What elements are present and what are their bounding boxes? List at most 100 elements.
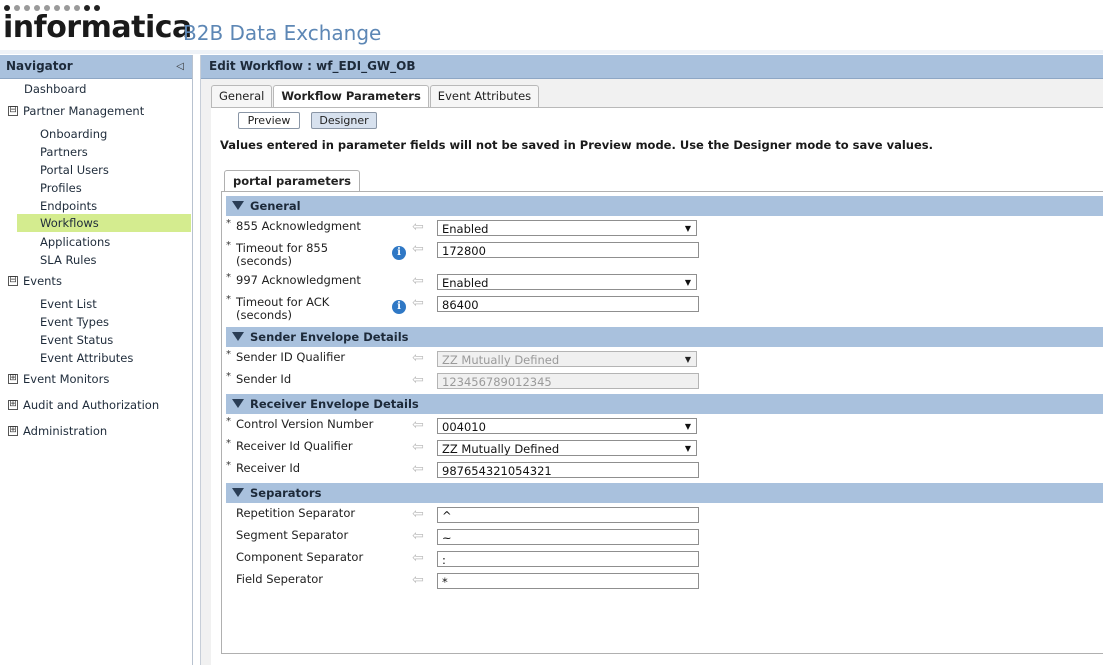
informatica-logo: informatica [3, 10, 192, 45]
nav-item-administration[interactable]: ⊞ Administration [0, 422, 199, 440]
dropdown-arrow-icon[interactable]: ▼ [685, 221, 691, 235]
timeout-855-input[interactable]: 172800 [437, 242, 699, 258]
sender-qualifier-select[interactable]: ZZ Mutually Defined ▼ [437, 351, 697, 367]
field-separator-input[interactable]: * [437, 573, 699, 589]
product-name: B2B Data Exchange [183, 21, 382, 45]
ack-997-select[interactable]: Enabled ▼ [437, 274, 697, 290]
required-marker: * [226, 371, 231, 382]
tab-event-attributes[interactable]: Event Attributes [429, 85, 540, 107]
section-sender-header[interactable]: Sender Envelope Details [226, 327, 1103, 347]
designer-button[interactable]: Designer [311, 112, 377, 129]
nav-item-dashboard[interactable]: Dashboard [0, 80, 215, 98]
revert-icon[interactable]: ⇦ [412, 462, 424, 476]
dropdown-arrow-icon[interactable]: ▼ [685, 352, 691, 366]
nav-item-events[interactable]: ⊟ Events [0, 272, 199, 290]
expand-toggle-icon[interactable]: ⊞ [8, 399, 18, 410]
section-receiver-header[interactable]: Receiver Envelope Details [226, 394, 1103, 414]
subtab-bar: portal parameters [221, 168, 1103, 192]
timeout-ack-input[interactable]: 86400 [437, 296, 699, 312]
segment-separator-input[interactable]: ~ [437, 529, 699, 545]
nav-item-sla-rules[interactable]: SLA Rules [0, 251, 231, 269]
collapse-toggle-icon[interactable]: ⊟ [8, 105, 18, 116]
required-marker: * [226, 349, 231, 360]
info-icon[interactable]: i [392, 246, 406, 260]
revert-icon[interactable]: ⇦ [412, 274, 424, 288]
revert-icon[interactable]: ⇦ [412, 373, 424, 387]
required-marker: * [226, 416, 231, 427]
revert-icon[interactable]: ⇦ [412, 220, 424, 234]
nav-item-audit-authorization[interactable]: ⊞ Audit and Authorization [0, 396, 199, 414]
nav-item-partners[interactable]: Partners [0, 143, 231, 161]
collapse-toggle-icon[interactable]: ⊟ [8, 275, 18, 286]
param-row-855-ack: * 855 Acknowledgment ⇦ Enabled ▼ [222, 218, 1103, 240]
control-version-select[interactable]: 004010 ▼ [437, 418, 697, 434]
nav-item-label: Applications [40, 235, 111, 249]
revert-icon[interactable]: ⇦ [412, 351, 424, 365]
dropdown-arrow-icon[interactable]: ▼ [685, 441, 691, 455]
navigator-title: Navigator [6, 59, 73, 73]
ack-855-select[interactable]: Enabled ▼ [437, 220, 697, 236]
app-header: informatica B2B Data Exchange [0, 0, 1103, 50]
tab-portal-parameters[interactable]: portal parameters [224, 170, 361, 192]
nav-item-label: Event List [40, 297, 97, 311]
revert-icon[interactable]: ⇦ [412, 529, 424, 543]
revert-icon[interactable]: ⇦ [412, 418, 424, 432]
nav-item-applications[interactable]: Applications [0, 233, 231, 251]
nav-item-event-attributes[interactable]: Event Attributes [0, 349, 231, 367]
expand-toggle-icon[interactable]: ⊞ [8, 425, 18, 436]
receiver-id-input[interactable]: 987654321054321 [437, 462, 699, 478]
repetition-separator-input[interactable]: ^ [437, 507, 699, 523]
required-marker: * [226, 294, 231, 305]
param-row-segment-separator: Segment Separator ⇦ ~ [222, 527, 1103, 549]
expand-toggle-icon[interactable]: ⊞ [8, 373, 18, 384]
revert-icon[interactable]: ⇦ [412, 440, 424, 454]
tab-workflow-parameters[interactable]: Workflow Parameters [273, 85, 429, 108]
nav-item-onboarding[interactable]: Onboarding [0, 125, 231, 143]
nav-item-profiles[interactable]: Profiles [0, 179, 231, 197]
param-label: Receiver Id [236, 461, 301, 475]
page-title: Edit Workflow : wf_EDI_GW_OB [201, 55, 1103, 79]
nav-item-event-monitors[interactable]: ⊞ Event Monitors [0, 370, 199, 388]
collapse-triangle-icon[interactable] [232, 332, 244, 341]
nav-item-event-types[interactable]: Event Types [0, 313, 231, 331]
section-title: General [250, 199, 301, 213]
nav-item-partner-management[interactable]: ⊟ Partner Management [0, 102, 199, 120]
info-icon[interactable]: i [392, 300, 406, 314]
sender-id-input[interactable]: 123456789012345 [437, 373, 699, 389]
revert-icon[interactable]: ⇦ [412, 551, 424, 565]
dropdown-arrow-icon[interactable]: ▼ [685, 419, 691, 433]
preview-mode-notice: Values entered in parameter fields will … [220, 138, 933, 152]
param-label-line: (seconds) [236, 254, 292, 268]
nav-item-endpoints[interactable]: Endpoints [0, 197, 231, 215]
param-row-field-separator: Field Seperator ⇦ * [222, 571, 1103, 593]
nav-item-event-list[interactable]: Event List [0, 295, 231, 313]
tab-general[interactable]: General [211, 85, 273, 107]
select-value: ZZ Mutually Defined [442, 353, 560, 367]
dropdown-arrow-icon[interactable]: ▼ [685, 275, 691, 289]
main-panel: Edit Workflow : wf_EDI_GW_OB General Wor… [200, 55, 1103, 665]
navigator-header: Navigator ◁ [0, 55, 192, 79]
nav-item-label: Dashboard [24, 82, 87, 96]
revert-icon[interactable]: ⇦ [412, 296, 424, 310]
revert-icon[interactable]: ⇦ [412, 242, 424, 256]
nav-item-portal-users[interactable]: Portal Users [0, 161, 231, 179]
section-general-header[interactable]: General [226, 196, 1103, 216]
receiver-qualifier-select[interactable]: ZZ Mutually Defined ▼ [437, 440, 697, 456]
required-marker: * [226, 460, 231, 471]
param-row-receiver-id: * Receiver Id ⇦ 987654321054321 [222, 460, 1103, 482]
param-label: Sender Id [236, 372, 292, 386]
revert-icon[interactable]: ⇦ [412, 573, 424, 587]
nav-item-label: Endpoints [40, 199, 98, 213]
component-separator-input[interactable]: : [437, 551, 699, 567]
nav-item-workflows[interactable]: Workflows [17, 214, 191, 232]
collapse-triangle-icon[interactable] [232, 488, 244, 497]
collapse-triangle-icon[interactable] [232, 201, 244, 210]
nav-item-event-status[interactable]: Event Status [0, 331, 231, 349]
section-separators-header[interactable]: Separators [226, 483, 1103, 503]
collapse-triangle-icon[interactable] [232, 399, 244, 408]
param-row-repetition-separator: Repetition Separator ⇦ ^ [222, 505, 1103, 527]
required-marker: * [226, 438, 231, 449]
preview-button[interactable]: Preview [238, 112, 300, 129]
collapse-navigator-icon[interactable]: ◁ [176, 55, 184, 78]
revert-icon[interactable]: ⇦ [412, 507, 424, 521]
